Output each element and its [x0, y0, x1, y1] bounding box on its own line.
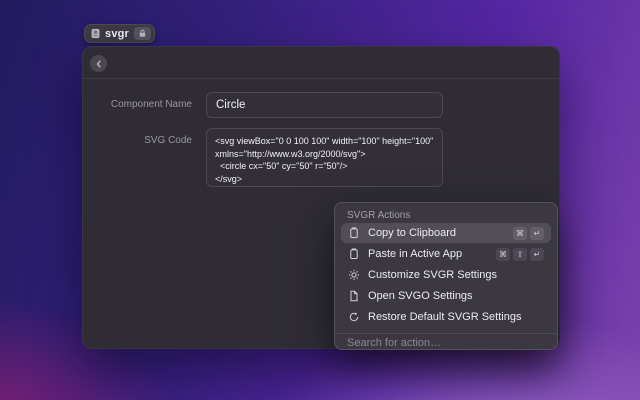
action-item-label: Customize SVGR Settings: [368, 269, 544, 281]
chevron-left-icon: [94, 59, 104, 69]
desktop-background: svgr Component Name SVG Code <svg viewBo…: [0, 0, 640, 400]
clipboard-icon: [348, 248, 360, 260]
action-panel-title: SVGR Actions: [347, 210, 410, 221]
shortcut-keys: ⌘ ⇧ ↵: [496, 248, 544, 261]
svg-code-label: SVG Code: [87, 135, 192, 146]
action-item-label: Open SVGO Settings: [368, 290, 544, 302]
keycap-shift: ⇧: [513, 248, 527, 261]
svgr-app-icon: [91, 28, 100, 39]
tab-title: svgr: [105, 28, 129, 40]
action-item-label: Restore Default SVGR Settings: [368, 311, 544, 323]
action-panel: SVGR Actions Copy to Clipboard ⌘ ↵: [334, 202, 558, 350]
keycap-cmd: ⌘: [496, 248, 510, 261]
keycap-return: ↵: [530, 227, 544, 240]
document-icon: [348, 290, 360, 302]
action-list: Copy to Clipboard ⌘ ↵ Paste in Active Ap…: [341, 223, 551, 333]
action-item-copy-to-clipboard[interactable]: Copy to Clipboard ⌘ ↵: [341, 223, 551, 243]
restore-icon: [348, 311, 360, 323]
component-name-input[interactable]: [206, 92, 443, 118]
window-tab-pill[interactable]: svgr: [84, 24, 155, 43]
keycap-cmd: ⌘: [513, 227, 527, 240]
action-search-input[interactable]: [335, 334, 557, 350]
action-item-label: Paste in Active App: [368, 248, 488, 260]
lock-button[interactable]: [134, 27, 151, 40]
shortcut-keys: ⌘ ↵: [513, 227, 544, 240]
action-item-customize-svgr-settings[interactable]: Customize SVGR Settings: [341, 265, 551, 285]
component-name-label: Component Name: [87, 99, 192, 110]
action-item-paste-in-active-app[interactable]: Paste in Active App ⌘ ⇧ ↵: [341, 244, 551, 264]
back-button[interactable]: [90, 55, 107, 72]
header-divider: [83, 78, 559, 79]
action-item-restore-default-svgr-settings[interactable]: Restore Default SVGR Settings: [341, 307, 551, 327]
gear-icon: [348, 269, 360, 281]
action-item-open-svgo-settings[interactable]: Open SVGO Settings: [341, 286, 551, 306]
lock-icon: [138, 29, 147, 38]
clipboard-icon: [348, 227, 360, 239]
action-item-label: Copy to Clipboard: [368, 227, 505, 239]
svg-code-textarea[interactable]: <svg viewBox="0 0 100 100" width="100" h…: [206, 128, 443, 187]
keycap-return: ↵: [530, 248, 544, 261]
